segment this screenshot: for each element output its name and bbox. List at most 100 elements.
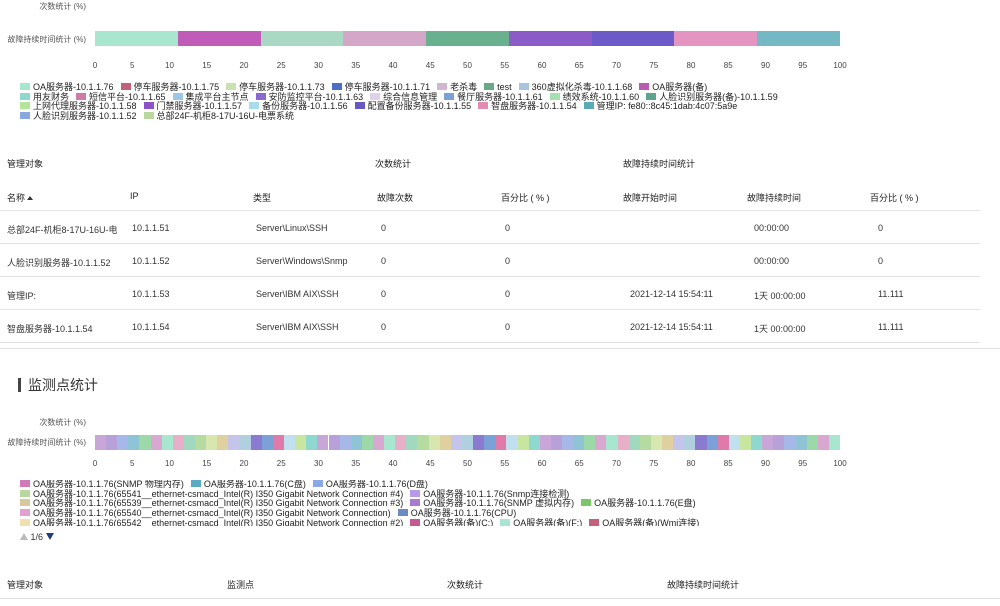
chart2-bar-segment[interactable] [395, 435, 407, 450]
chart2-bar-segment[interactable] [662, 435, 674, 450]
chart2-bar-segment[interactable] [673, 435, 685, 450]
chart2-bar-segment[interactable] [450, 435, 462, 450]
chart2-bar-segment[interactable] [261, 435, 273, 450]
chart2-bar-segment[interactable] [284, 435, 296, 450]
chart2-bar-segment[interactable] [595, 435, 607, 450]
chart2-bar-segment[interactable] [206, 435, 218, 450]
column-header-name[interactable]: 名称 [7, 191, 34, 204]
sort-asc-icon[interactable] [27, 196, 34, 200]
chart2-bar-segment[interactable] [317, 435, 329, 450]
chart1-legend-item[interactable]: 配置备份服务器-10.1.1.55 [354, 102, 471, 112]
chart2-bar-segment[interactable] [106, 435, 118, 450]
chart2-bar-segment[interactable] [695, 435, 707, 450]
chart2-bar-segment[interactable] [361, 435, 373, 450]
chart2-bar-segment[interactable] [706, 435, 718, 450]
chart2-bar-segment[interactable] [139, 435, 151, 450]
chart2-bar-segment[interactable] [484, 435, 496, 450]
chart2-bar-segment[interactable] [183, 435, 196, 450]
chart1-bar-segment[interactable] [674, 31, 758, 46]
chart1-bar-segment[interactable] [95, 31, 178, 46]
chart2-bar-segment[interactable] [684, 435, 696, 450]
chart2-bar-segment[interactable] [806, 435, 818, 450]
chart2-bar-segment[interactable] [751, 435, 763, 450]
chart2-bar-segment[interactable] [406, 435, 418, 450]
chart2-bar-segment[interactable] [195, 435, 207, 450]
column-header-duration-percent[interactable]: 百分比 ( % ) [870, 191, 919, 204]
chart2-bar-segment[interactable] [328, 435, 340, 450]
chart2-bar-segment[interactable] [161, 435, 173, 450]
chart2-bar-segment[interactable] [384, 435, 396, 450]
chart2-bar-segment[interactable] [817, 435, 829, 450]
chart2-bar-segment[interactable] [350, 435, 362, 450]
chart2-bar-segment[interactable] [784, 435, 796, 450]
chart2-bar-segment[interactable] [250, 435, 262, 450]
chart2-bar-segment[interactable] [795, 435, 807, 450]
chart1-legend-item[interactable]: 智盘服务器-10.1.1.54 [478, 102, 577, 112]
chart2-bar-segment[interactable] [628, 435, 640, 450]
chart2-legend-item[interactable]: OA服务器-10.1.1.76(E盘) [581, 499, 696, 509]
chart1-bar-segment[interactable] [508, 31, 592, 46]
page-up-icon[interactable] [20, 533, 28, 540]
chart2-legend-item[interactable]: OA服务器(备)(Wmi连接) [589, 518, 699, 526]
chart2-bar-segment[interactable] [517, 435, 529, 450]
chart2-bar-segment[interactable] [562, 435, 574, 450]
chart2-bar-segment[interactable] [495, 435, 507, 450]
table-row[interactable]: 总部24F-机柜8-17U-16U-电 10.1.1.51 Server\Linux… [0, 211, 980, 244]
chart2-bar-segment[interactable] [417, 435, 429, 450]
chart2-bar-segment[interactable] [762, 435, 774, 450]
chart2-legend-item[interactable]: OA服务器(备)(F:) [500, 518, 582, 526]
chart2-bar-segment[interactable] [728, 435, 740, 450]
chart1-bar-segment[interactable] [757, 31, 840, 46]
column-header-fault-count[interactable]: 故障次数 [377, 191, 413, 204]
chart1-bar-segment[interactable] [177, 31, 261, 46]
chart2-bar-segment[interactable] [295, 435, 307, 450]
chart2-legend-item[interactable]: OA服务器(备)(C:) [410, 518, 493, 526]
column-header-fault-start[interactable]: 故障开始时间 [623, 191, 677, 204]
chart2-bar-segment[interactable] [461, 435, 474, 450]
column-header-count-percent[interactable]: 百分比 ( % ) [501, 191, 550, 204]
column-header-ip[interactable]: IP [130, 191, 139, 201]
chart2-bar-segment[interactable] [339, 435, 351, 450]
chart2-legend-item[interactable]: OA服务器-10.1.1.76(65542__ethernet-csmacd_I… [20, 518, 403, 526]
chart2-bar-segment[interactable] [584, 435, 596, 450]
chart2-bar-segment[interactable] [217, 435, 229, 450]
chart2-bar-segment[interactable] [117, 435, 129, 450]
chart2-bar-segment[interactable] [606, 435, 618, 450]
chart1-bar-segment[interactable] [426, 31, 509, 46]
chart2-bar-segment[interactable] [528, 435, 540, 450]
chart1-legend-item[interactable]: 人脸识别服务器-10.1.1.52 [20, 111, 137, 122]
chart2-bar-segment[interactable] [617, 435, 629, 450]
chart2-bar-segment[interactable] [539, 435, 551, 450]
chart1-bar-segment[interactable] [591, 31, 675, 46]
chart2-bar-segment[interactable] [473, 435, 485, 450]
chart2-bar-segment[interactable] [372, 435, 385, 450]
chart2-bar-segment[interactable] [506, 435, 518, 450]
chart2-bar-segment[interactable] [95, 435, 107, 450]
chart2-bar-segment[interactable] [550, 435, 562, 450]
table-row[interactable]: 智盘服务器-10.1.1.54 10.1.1.54 Server\IBM AIX\S… [0, 310, 980, 343]
chart1-bar-segment[interactable] [260, 31, 344, 46]
chart2-bar-segment[interactable] [639, 435, 651, 450]
table-row[interactable]: 人脸识别服务器-10.1.1.52 10.1.1.52 Server\Windows… [0, 244, 980, 277]
chart2-bar-segment[interactable] [150, 435, 162, 450]
table-row[interactable]: 管理IP: 10.1.1.53 Server\IBM AIX\SSH 0 0 2021-1… [0, 277, 980, 310]
chart1-bar-segment[interactable] [343, 31, 427, 46]
chart2-bar-segment[interactable] [573, 435, 585, 450]
chart2-bar-segment[interactable] [128, 435, 140, 450]
chart1-legend-item[interactable]: 管理IP: fe80::8c45:1dab:4c07:5a9e [583, 102, 737, 112]
chart2-bar-segment[interactable] [650, 435, 663, 450]
chart2-bar-segment[interactable] [828, 435, 840, 450]
chart2-bar-segment[interactable] [717, 435, 729, 450]
chart1-legend-item[interactable]: 总部24F-机柜8-17U-16U-电票系统 [143, 111, 294, 122]
chart2-bar-segment[interactable] [228, 435, 240, 450]
page-down-icon[interactable] [45, 533, 54, 540]
chart2-bar-segment[interactable] [272, 435, 285, 450]
column-header-fault-duration[interactable]: 故障持续时间 [747, 191, 801, 204]
chart2-bar-segment[interactable] [239, 435, 251, 450]
chart2-bar-segment[interactable] [739, 435, 752, 450]
column-header-type[interactable]: 类型 [253, 191, 271, 204]
chart2-bar-segment[interactable] [306, 435, 318, 450]
chart2-bar-segment[interactable] [428, 435, 440, 450]
chart2-bar-segment[interactable] [773, 435, 785, 450]
chart2-bar-segment[interactable] [172, 435, 184, 450]
